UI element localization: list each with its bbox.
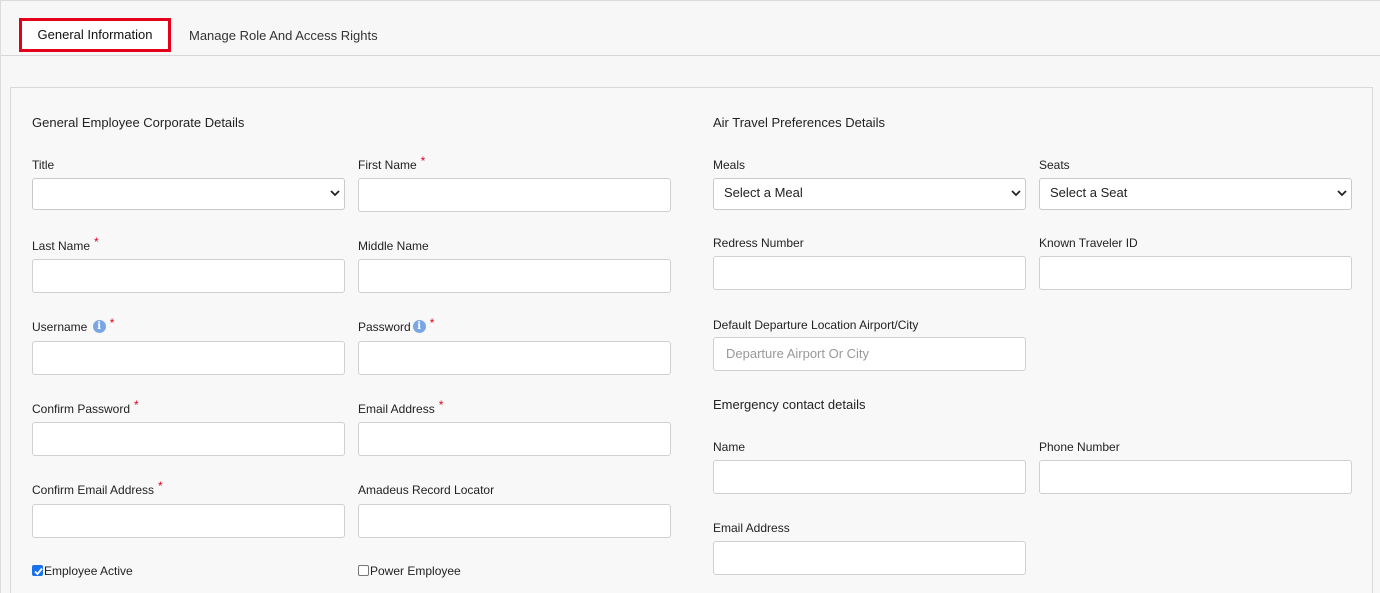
- seats-label: Seats: [1039, 158, 1070, 172]
- last-name-input[interactable]: [32, 259, 345, 293]
- middle-name-input[interactable]: [358, 259, 671, 293]
- middle-name-label: Middle Name: [358, 239, 429, 253]
- username-label: Username i *: [32, 316, 115, 334]
- amadeus-label: Amadeus Record Locator: [358, 483, 495, 497]
- confirm-password-input[interactable]: [32, 422, 345, 456]
- title-label: Title: [32, 158, 55, 172]
- section-title-corporate: General Employee Corporate Details: [32, 115, 245, 130]
- employee-active-label: Employee Active: [44, 564, 133, 578]
- required-marker: *: [438, 398, 444, 412]
- tab-manage-role-access[interactable]: Manage Role And Access Rights: [189, 18, 378, 52]
- emergency-name-label: Name: [713, 440, 746, 454]
- page: General Information Manage Role And Acce…: [0, 0, 1380, 593]
- required-marker: *: [429, 316, 435, 330]
- departure-input[interactable]: Departure Airport Or City: [713, 337, 1026, 371]
- emergency-email-label: Email Address: [713, 521, 790, 535]
- redress-label: Redress Number: [713, 236, 804, 250]
- chevron-down-icon: [1011, 190, 1021, 197]
- required-marker: *: [158, 479, 163, 493]
- info-icon[interactable]: i: [412, 320, 426, 333]
- seats-select[interactable]: Select a Seat: [1039, 178, 1352, 210]
- required-marker: *: [109, 316, 115, 330]
- meals-select[interactable]: Select a Meal: [713, 178, 1026, 210]
- redress-input[interactable]: [713, 256, 1026, 290]
- password-label: Password i *: [358, 316, 435, 334]
- info-icon[interactable]: i: [92, 320, 106, 333]
- meals-label: Meals: [713, 158, 746, 172]
- chevron-down-icon: [1337, 190, 1347, 197]
- checkbox-unchecked-icon[interactable]: [358, 565, 369, 576]
- confirm-email-input[interactable]: [32, 504, 345, 538]
- chevron-down-icon: [330, 190, 340, 197]
- known-traveler-label: Known Traveler ID: [1039, 236, 1138, 250]
- departure-label: Default Departure Location Airport/City: [713, 318, 919, 332]
- required-marker: *: [134, 398, 139, 412]
- section-title-air-travel: Air Travel Preferences Details: [713, 115, 885, 130]
- amadeus-input[interactable]: [358, 504, 671, 538]
- required-marker: *: [94, 235, 99, 249]
- first-name-label: First Name *: [358, 154, 426, 172]
- emergency-email-input[interactable]: [713, 541, 1026, 575]
- password-input[interactable]: [358, 341, 671, 375]
- email-label: Email Address *: [358, 398, 444, 416]
- power-employee-label: Power Employee: [370, 564, 461, 578]
- username-input[interactable]: [32, 341, 345, 375]
- power-employee-checkbox[interactable]: Power Employee: [358, 564, 461, 578]
- required-marker: *: [420, 154, 426, 168]
- employee-active-checkbox[interactable]: Employee Active: [32, 564, 133, 578]
- checkbox-checked-icon[interactable]: [32, 565, 43, 576]
- known-traveler-input[interactable]: [1039, 256, 1352, 290]
- form-card: General Employee Corporate Details Title…: [10, 87, 1373, 593]
- emergency-phone-label: Phone Number: [1039, 440, 1120, 454]
- section-title-emergency: Emergency contact details: [713, 397, 866, 412]
- title-select[interactable]: [32, 178, 345, 210]
- last-name-label: Last Name *: [32, 235, 99, 253]
- tab-general-information[interactable]: General Information: [19, 18, 171, 52]
- emergency-phone-input[interactable]: [1039, 460, 1352, 494]
- first-name-input[interactable]: [358, 178, 671, 212]
- email-input[interactable]: [358, 422, 671, 456]
- emergency-name-input[interactable]: [713, 460, 1026, 494]
- tab-bar: General Information Manage Role And Acce…: [1, 1, 1380, 56]
- confirm-email-label: Confirm Email Address *: [32, 479, 163, 497]
- confirm-password-label: Confirm Password *: [32, 398, 139, 416]
